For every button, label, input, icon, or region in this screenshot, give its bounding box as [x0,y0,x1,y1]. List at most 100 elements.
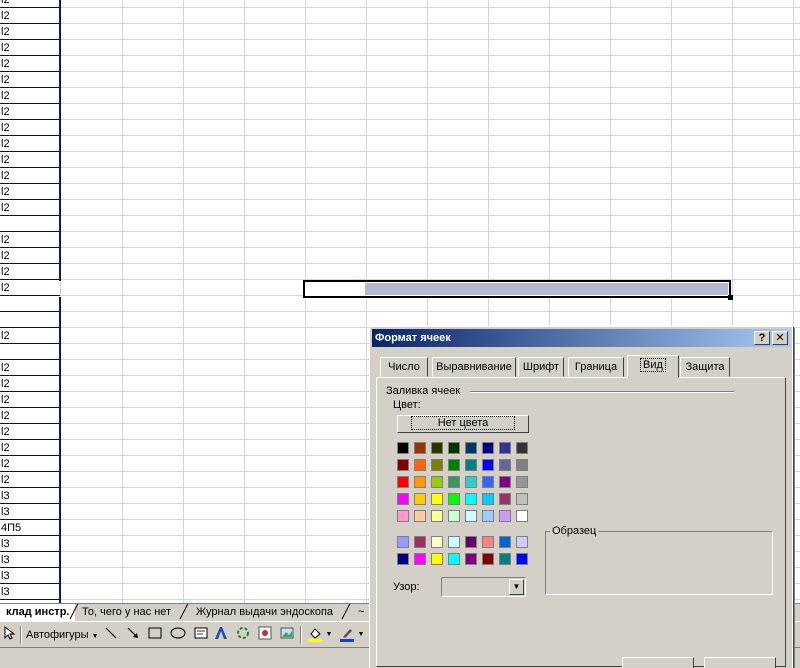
palette-color-swatch[interactable] [465,493,477,505]
palette-chart-color-swatch[interactable] [448,553,460,565]
palette-color-swatch[interactable] [465,476,477,488]
cell-value[interactable]: l2 [1,265,10,279]
close-button[interactable]: ✕ [772,331,788,345]
palette-color-swatch[interactable] [482,493,494,505]
line-tool-icon[interactable] [102,626,120,644]
cell-value[interactable]: l2 [1,9,10,23]
pattern-dropdown[interactable]: ▼ [441,577,526,597]
dialog-titlebar[interactable]: Формат ячеек ? ✕ [372,329,790,347]
help-button[interactable]: ? [754,331,770,345]
cell-value[interactable]: l2 [1,409,10,423]
cell-value[interactable]: l3 [1,505,10,519]
fill-handle[interactable] [728,295,733,300]
palette-chart-color-swatch[interactable] [482,536,494,548]
palette-color-swatch[interactable] [448,459,460,471]
palette-chart-color-swatch[interactable] [431,553,443,565]
palette-color-swatch[interactable] [448,493,460,505]
palette-color-swatch[interactable] [499,510,511,522]
palette-color-swatch[interactable] [414,476,426,488]
cell-value[interactable]: l2 [1,89,10,103]
palette-color-swatch[interactable] [431,442,443,454]
palette-chart-color-swatch[interactable] [465,553,477,565]
cell-value[interactable]: l2 [1,393,10,407]
palette-color-swatch[interactable] [465,510,477,522]
palette-color-swatch[interactable] [431,510,443,522]
palette-color-swatch[interactable] [431,493,443,505]
palette-chart-color-swatch[interactable] [397,553,409,565]
fill-color-icon[interactable] [306,626,324,644]
palette-color-swatch[interactable] [431,459,443,471]
cell-value[interactable]: l2 [1,201,10,215]
chevron-down-icon[interactable]: ▼ [325,626,333,644]
palette-color-swatch[interactable] [516,510,528,522]
sheet-tab-more[interactable]: ~ [352,604,370,621]
palette-color-swatch[interactable] [448,510,460,522]
palette-color-swatch[interactable] [516,442,528,454]
cell-value[interactable]: 4П5 [1,521,21,535]
insert-picture-icon[interactable] [278,626,296,644]
cell-value[interactable]: l2 [1,25,10,39]
palette-chart-color-swatch[interactable] [516,536,528,548]
palette-color-swatch[interactable] [397,510,409,522]
palette-chart-color-swatch[interactable] [516,553,528,565]
ok-button[interactable] [622,657,694,668]
chevron-down-icon[interactable]: ▼ [357,626,365,644]
wordart-icon[interactable] [212,626,230,644]
palette-color-swatch[interactable] [499,459,511,471]
sheet-tab-missing[interactable]: То, чего у нас нет [76,604,177,621]
cell-value[interactable]: l2 [1,0,10,7]
cell-value[interactable]: l2 [1,169,10,183]
cell-value[interactable]: l2 [1,185,10,199]
palette-color-swatch[interactable] [414,510,426,522]
tab-protection[interactable]: Защита [680,357,730,377]
autoshapes-menu[interactable]: Автофигуры ▼ [26,626,99,644]
sheet-tab-endoscope-log[interactable]: Журнал выдачи эндоскопа [190,604,339,621]
cell-value[interactable]: l2 [1,457,10,471]
cell-value[interactable]: l2 [1,137,10,151]
palette-color-swatch[interactable] [499,493,511,505]
palette-color-swatch[interactable] [397,493,409,505]
cell-value[interactable]: l2 [1,105,10,119]
palette-chart-color-swatch[interactable] [414,536,426,548]
palette-color-swatch[interactable] [448,442,460,454]
cell-value[interactable]: l3 [1,537,10,551]
tab-alignment[interactable]: Выравнивание [432,357,516,377]
palette-chart-color-swatch[interactable] [499,553,511,565]
diagram-icon[interactable] [234,626,252,644]
palette-chart-color-swatch[interactable] [448,536,460,548]
cell-value[interactable]: l2 [1,249,10,263]
tab-view[interactable]: Вид [627,355,679,378]
cell-value[interactable]: l2 [1,153,10,167]
cell-value[interactable]: l2 [1,281,10,295]
palette-color-swatch[interactable] [465,442,477,454]
cell-value[interactable]: l2 [1,121,10,135]
cell-value[interactable]: l2 [1,377,10,391]
cell-value[interactable]: l2 [1,361,10,375]
clipart-icon[interactable] [256,626,274,644]
palette-color-swatch[interactable] [516,493,528,505]
palette-color-swatch[interactable] [482,442,494,454]
palette-color-swatch[interactable] [397,476,409,488]
cell-value[interactable]: l2 [1,425,10,439]
palette-color-swatch[interactable] [482,476,494,488]
palette-color-swatch[interactable] [414,459,426,471]
palette-color-swatch[interactable] [448,476,460,488]
palette-chart-color-swatch[interactable] [431,536,443,548]
cell-value[interactable]: l2 [1,57,10,71]
tab-font[interactable]: Шрифт [518,357,564,377]
sheet-tab-active[interactable]: клад инстр. [0,604,76,621]
palette-chart-color-swatch[interactable] [414,553,426,565]
palette-color-swatch[interactable] [397,459,409,471]
tab-border[interactable]: Граница [568,357,624,377]
palette-color-swatch[interactable] [499,476,511,488]
palette-chart-color-swatch[interactable] [482,553,494,565]
select-pointer-icon[interactable] [2,625,16,644]
cell-value[interactable]: l2 [1,233,10,247]
cell-value[interactable]: l3 [1,585,10,599]
palette-color-swatch[interactable] [414,442,426,454]
palette-chart-color-swatch[interactable] [465,536,477,548]
palette-color-swatch[interactable] [397,442,409,454]
palette-color-swatch[interactable] [431,476,443,488]
cell-value[interactable]: l2 [1,73,10,87]
cell-value[interactable]: l3 [1,553,10,567]
